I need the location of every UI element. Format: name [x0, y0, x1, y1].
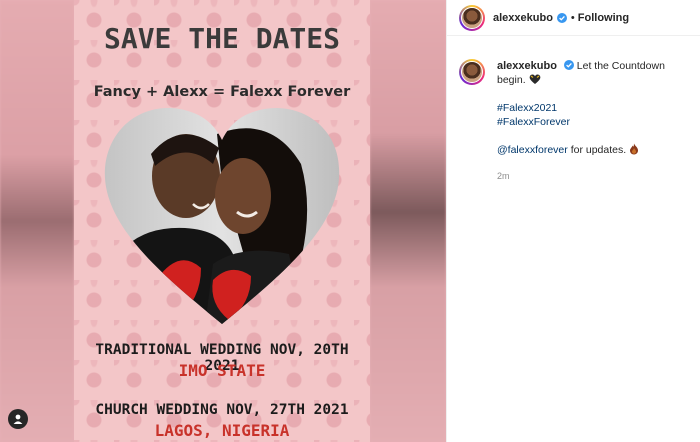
save-the-date-poster: SAVE THE DATES Fancy + Alexx = Falexx Fo… [74, 0, 370, 442]
user-icon [13, 414, 23, 424]
post-header: alexxekubo • Following [447, 0, 700, 36]
post-media[interactable]: SAVE THE DATES Fancy + Alexx = Falexx Fo… [0, 0, 446, 442]
poster-subtitle: Fancy + Alexx = Falexx Forever [93, 84, 351, 100]
header-username[interactable]: alexxekubo [493, 12, 553, 24]
post-timestamp[interactable]: 2m [497, 169, 695, 183]
caption-avatar[interactable] [459, 59, 485, 85]
caption-username[interactable]: alexxekubo [497, 60, 557, 72]
hashtag-link[interactable]: #Falexx2021 [497, 101, 695, 115]
hashtag-link[interactable]: #FalexxForever [497, 115, 695, 129]
post-caption: alexxekubo Let the Countdown begin. #Fal… [459, 59, 695, 183]
user-tag-icon[interactable] [8, 409, 28, 429]
church-wedding-date: CHURCH WEDDING NOV, 27TH 2021 [95, 402, 349, 418]
traditional-wedding-location: IMO STATE [178, 361, 266, 380]
header-avatar[interactable] [459, 4, 485, 31]
post-side-panel: alexxekubo • Following alexxekubo Let th… [446, 0, 700, 442]
dark-heart-emoji-icon [529, 74, 540, 84]
verified-badge-icon [556, 12, 567, 23]
church-wedding-location: LAGOS, NIGERIA [154, 421, 290, 440]
couple-photo-heart [104, 108, 340, 324]
following-button[interactable]: Following [578, 12, 629, 24]
media-blur-right [370, 0, 446, 442]
separator-dot: • [570, 11, 575, 24]
mention-link[interactable]: @falexxforever [497, 144, 568, 156]
poster-title: SAVE THE DATES [103, 22, 340, 55]
verified-badge-icon [563, 60, 574, 70]
media-blur-left [0, 0, 74, 442]
mention-suffix: for updates. [570, 144, 627, 156]
fire-emoji-icon [630, 143, 639, 155]
